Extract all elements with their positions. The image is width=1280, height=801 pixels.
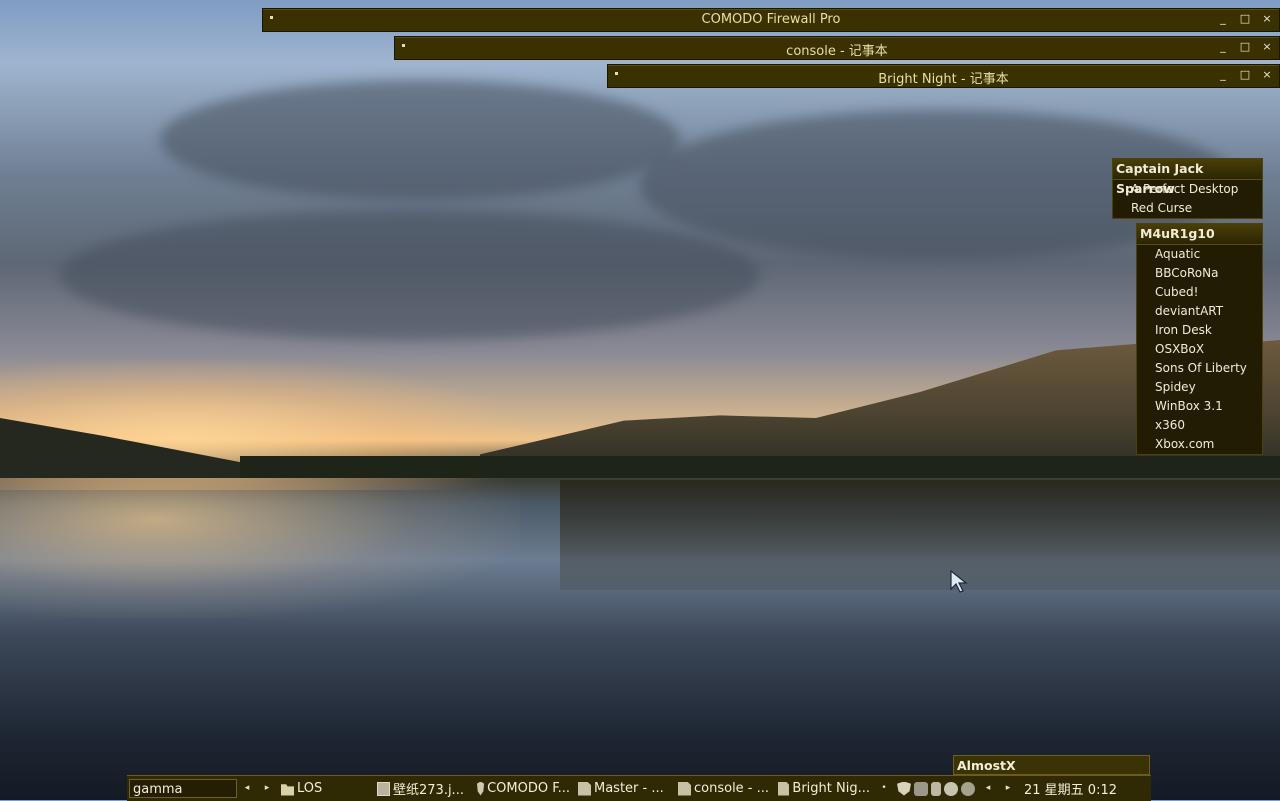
tray-next-button[interactable]: ▸: [998, 779, 1018, 798]
task-label: Bright Nig...: [792, 781, 870, 796]
task-label: 壁纸273.j...: [393, 783, 464, 798]
menu-item[interactable]: OSXBoX: [1137, 340, 1262, 359]
window-title: console - 记事本: [786, 44, 888, 59]
wallpaper-reflection: [560, 480, 1280, 590]
wallpaper-cloud: [160, 80, 680, 200]
task-button-los[interactable]: LOS: [277, 778, 373, 799]
window-title: COMODO Firewall Pro: [701, 12, 841, 27]
image-icon: [377, 781, 390, 796]
menu-title[interactable]: Captain Jack Sparrow: [1113, 159, 1262, 196]
taskbar: gamma ◂ ▸ LOS 壁纸273.j... COMODO F... Mas…: [127, 775, 1151, 801]
task-label: console - ...: [694, 781, 770, 796]
minimize-button[interactable]: _: [1215, 67, 1231, 83]
menu-item[interactable]: Xbox.com: [1137, 435, 1262, 454]
task-label: LOS: [297, 781, 323, 796]
almostx-popup[interactable]: AlmostX: [953, 755, 1150, 775]
shield-icon: [477, 781, 485, 796]
task-button-master[interactable]: Master - ...: [574, 778, 674, 799]
menu-title[interactable]: M4uR1g10: [1137, 224, 1262, 245]
maximize-button[interactable]: □: [1237, 11, 1253, 27]
minimize-button[interactable]: _: [1215, 11, 1231, 27]
workspace-name-field[interactable]: gamma: [129, 779, 237, 798]
menu-item[interactable]: Red Curse: [1113, 199, 1262, 218]
minimize-button[interactable]: _: [1215, 39, 1231, 55]
task-label: Master - ...: [594, 781, 664, 796]
network-tray-icon[interactable]: [914, 781, 928, 796]
menu-item[interactable]: deviantART: [1137, 302, 1262, 321]
close-button[interactable]: ×: [1259, 67, 1275, 83]
theme-menu-captain-jack-sparrow: Captain Jack Sparrow A Perfect Desktop R…: [1112, 158, 1263, 219]
maximize-button[interactable]: □: [1237, 67, 1253, 83]
close-button[interactable]: ×: [1259, 39, 1275, 55]
menu-item[interactable]: Aquatic: [1137, 245, 1262, 264]
task-overflow-bullet[interactable]: •: [874, 779, 894, 798]
folder-icon: [281, 784, 294, 796]
menu-item[interactable]: Sons Of Liberty: [1137, 359, 1262, 378]
workspace-next-button[interactable]: ▸: [257, 779, 277, 798]
window-comodo-firewall[interactable]: COMODO Firewall Pro _ □ ×: [262, 8, 1280, 32]
info-tray-icon[interactable]: [944, 781, 958, 796]
wallpaper-water-glow: [0, 478, 520, 618]
task-button-wallpaper[interactable]: 壁纸273.j...: [373, 778, 473, 799]
mouse-cursor-icon: [950, 570, 968, 593]
menu-item[interactable]: BBCoRoNa: [1137, 264, 1262, 283]
window-console-notepad[interactable]: console - 记事本 _ □ ×: [394, 36, 1280, 60]
theme-menu-m4ur1g10: M4uR1g10 Aquatic BBCoRoNa Cubed! deviant…: [1136, 223, 1263, 455]
menu-item[interactable]: Iron Desk: [1137, 321, 1262, 340]
window-title: Bright Night - 记事本: [878, 72, 1009, 87]
task-button-console[interactable]: console - ...: [674, 778, 774, 799]
document-icon: [678, 781, 691, 796]
shield-tray-icon[interactable]: [897, 781, 911, 796]
workspace-prev-button[interactable]: ◂: [237, 779, 257, 798]
system-tray: [894, 781, 978, 796]
task-label: COMODO F...: [487, 781, 570, 796]
window-bright-night-notepad[interactable]: Bright Night - 记事本 _ □ ×: [607, 64, 1280, 88]
tray-prev-button[interactable]: ◂: [978, 779, 998, 798]
menu-item[interactable]: A Perfect Desktop: [1113, 180, 1262, 199]
close-button[interactable]: ×: [1259, 11, 1275, 27]
menu-item[interactable]: Cubed!: [1137, 283, 1262, 302]
wallpaper-treeline: [240, 456, 1280, 478]
volume-tray-icon[interactable]: [931, 781, 941, 796]
document-icon: [578, 781, 591, 796]
wallpaper-cloud: [60, 210, 760, 340]
status-tray-icon[interactable]: [961, 781, 975, 796]
task-button-comodo[interactable]: COMODO F...: [473, 778, 574, 799]
clock[interactable]: 21 星期五 0:12: [1018, 779, 1117, 798]
document-icon: [778, 781, 790, 796]
menu-item[interactable]: WinBox 3.1: [1137, 397, 1262, 416]
task-button-bright-night[interactable]: Bright Nig...: [774, 778, 874, 799]
menu-item[interactable]: Spidey: [1137, 378, 1262, 397]
maximize-button[interactable]: □: [1237, 39, 1253, 55]
menu-item[interactable]: x360: [1137, 416, 1262, 435]
